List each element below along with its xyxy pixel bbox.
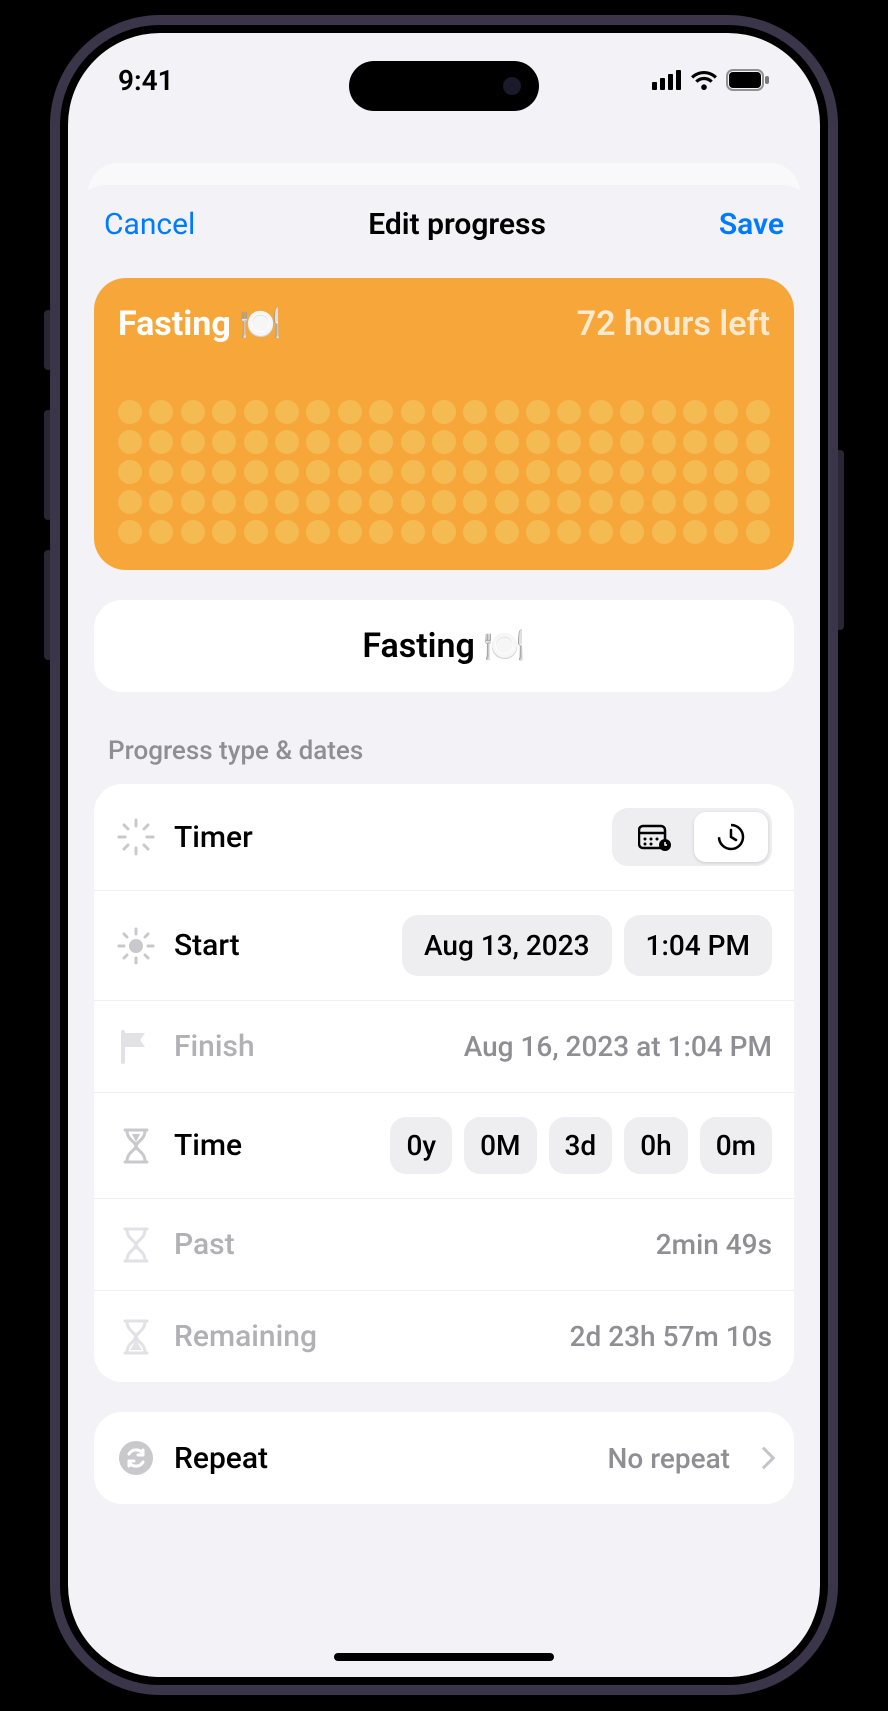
sun-icon (116, 926, 156, 966)
battery-icon (726, 69, 770, 91)
hero-card: Fasting 🍽️ 72 hours left (94, 278, 794, 570)
camera-dot (503, 77, 521, 95)
remaining-label: Remaining (174, 1319, 552, 1354)
repeat-label: Repeat (174, 1441, 590, 1476)
home-indicator[interactable] (334, 1653, 554, 1661)
time-months[interactable]: 0M (464, 1117, 536, 1174)
modal-sheet: Cancel Edit progress Save Fasting 🍽️ 72 … (76, 185, 812, 1677)
timer-icon (116, 817, 156, 857)
status-time: 9:41 (118, 64, 174, 97)
time-label: Time (174, 1128, 372, 1163)
progress-group: Timer (94, 784, 794, 1382)
type-segmented-control[interactable] (612, 808, 772, 866)
hourglass-icon (116, 1126, 156, 1166)
section-label: Progress type & dates (108, 736, 784, 766)
time-hours[interactable]: 0h (624, 1117, 687, 1174)
name-value: Fasting 🍽️ (362, 626, 525, 666)
nav-bar: Cancel Edit progress Save (76, 185, 812, 264)
row-past: Past 2min 49s (94, 1198, 794, 1290)
time-years[interactable]: 0y (390, 1117, 452, 1174)
flag-icon (116, 1027, 156, 1067)
repeat-value: No repeat (608, 1442, 731, 1475)
seg-date-option[interactable] (616, 812, 694, 862)
hourglass-remaining-icon (116, 1317, 156, 1357)
hourglass-past-icon (116, 1225, 156, 1265)
start-label: Start (174, 928, 384, 963)
seg-timer-option[interactable] (694, 812, 768, 862)
row-timer: Timer (94, 784, 794, 890)
timer-label: Timer (174, 820, 594, 855)
chevron-right-icon (753, 1447, 776, 1470)
screen: 9:41 Cancel Edit progress Save (68, 33, 820, 1677)
repeat-icon (116, 1438, 156, 1478)
finish-value: Aug 16, 2023 at 1:04 PM (464, 1030, 772, 1063)
save-button[interactable]: Save (719, 207, 784, 242)
row-time: Time 0y 0M 3d 0h 0m (94, 1092, 794, 1198)
row-remaining: Remaining 2d 23h 57m 10s (94, 1290, 794, 1382)
row-repeat[interactable]: Repeat No repeat (94, 1412, 794, 1504)
row-start: Start Aug 13, 2023 1:04 PM (94, 890, 794, 1000)
hero-title: Fasting 🍽️ (118, 304, 282, 344)
past-label: Past (174, 1227, 638, 1262)
name-input[interactable]: Fasting 🍽️ (94, 600, 794, 692)
start-date-picker[interactable]: Aug 13, 2023 (402, 915, 612, 976)
cellular-icon (652, 70, 682, 90)
past-value: 2min 49s (656, 1228, 772, 1261)
row-finish: Finish Aug 16, 2023 at 1:04 PM (94, 1000, 794, 1092)
phone-frame: 9:41 Cancel Edit progress Save (50, 15, 838, 1695)
start-time-picker[interactable]: 1:04 PM (624, 915, 772, 976)
page-title: Edit progress (195, 207, 718, 242)
progress-dot-grid (118, 400, 770, 544)
cancel-button[interactable]: Cancel (104, 207, 195, 242)
time-minutes[interactable]: 0m (700, 1117, 772, 1174)
remaining-value: 2d 23h 57m 10s (570, 1320, 772, 1353)
hero-subtitle: 72 hours left (577, 304, 770, 344)
wifi-icon (690, 70, 718, 90)
dynamic-island (349, 61, 539, 111)
time-days[interactable]: 3d (549, 1117, 613, 1174)
finish-label: Finish (174, 1029, 446, 1064)
repeat-group: Repeat No repeat (94, 1412, 794, 1504)
